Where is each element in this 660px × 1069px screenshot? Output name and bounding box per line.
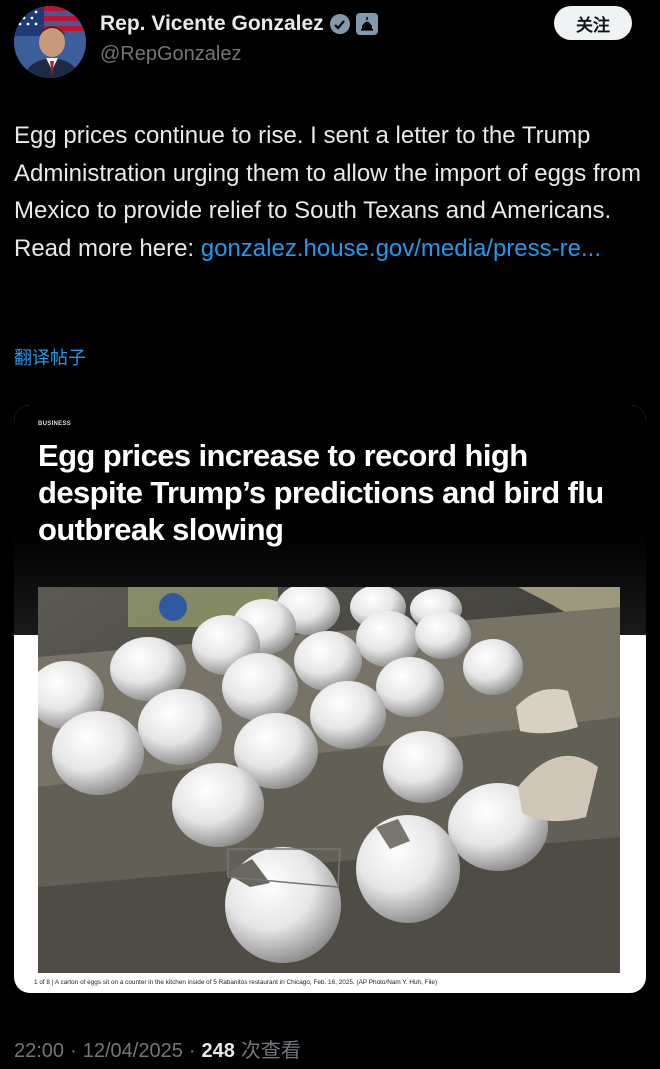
article-headline: Egg prices increase to record high despi… bbox=[38, 438, 604, 547]
egg-carton-photo bbox=[38, 587, 620, 973]
verified-check-icon bbox=[329, 14, 350, 34]
post-date[interactable]: 12/04/2025 bbox=[83, 1040, 183, 1063]
author-handle[interactable]: @RepGonzalez bbox=[100, 43, 241, 66]
capitol-building-icon bbox=[355, 13, 378, 35]
post-time[interactable]: 22:00 bbox=[14, 1040, 64, 1063]
meta-separator: · bbox=[70, 1040, 77, 1062]
tweet-media-image[interactable]: BUSINESS Egg prices increase to record h… bbox=[14, 405, 646, 993]
tweet-header: Rep. Vicente Gonzalez @RepGonzalez 关注 bbox=[0, 0, 660, 90]
press-release-link[interactable]: gonzalez.house.gov/media/press-re... bbox=[201, 235, 601, 262]
photo-caption: 1 of 8 | A carton of eggs sit on a count… bbox=[34, 979, 438, 986]
view-count[interactable]: 248 bbox=[202, 1040, 235, 1063]
meta-separator: · bbox=[188, 1040, 196, 1062]
tweet-meta: 22:00 · 12/04/2025 · 248 次查看 bbox=[14, 1034, 301, 1063]
translate-post-button[interactable]: 翻译帖子 bbox=[14, 344, 86, 370]
author-name[interactable]: Rep. Vicente Gonzalez bbox=[100, 12, 324, 36]
author-name-row: Rep. Vicente Gonzalez bbox=[100, 12, 378, 36]
article-kicker: BUSINESS bbox=[38, 421, 72, 427]
tweet-text: Egg prices continue to rise. I sent a le… bbox=[14, 117, 644, 267]
view-count-label: 次查看 bbox=[240, 1038, 301, 1062]
follow-button[interactable]: 关注 bbox=[554, 6, 632, 40]
avatar[interactable] bbox=[14, 6, 86, 78]
